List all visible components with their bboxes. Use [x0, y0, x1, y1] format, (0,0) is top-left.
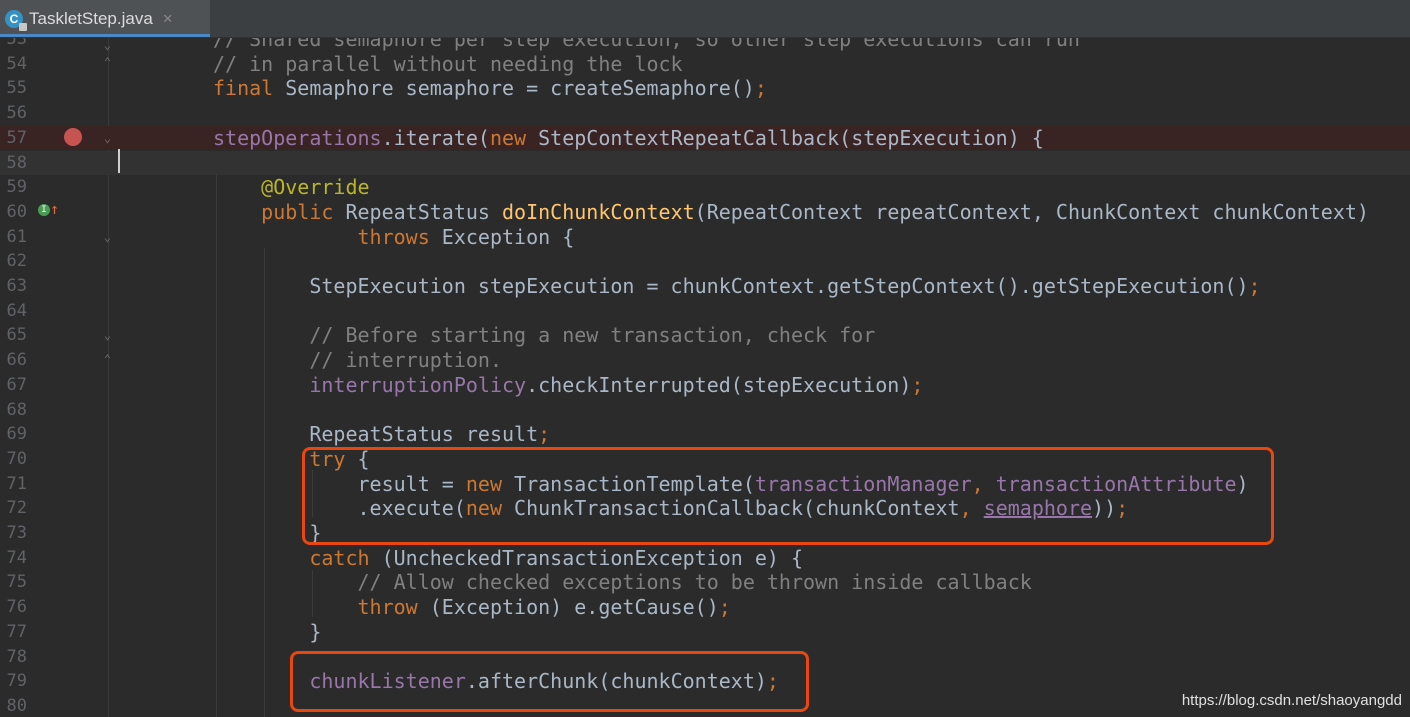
- code-line[interactable]: 76 throw (Exception) e.getCause();: [0, 595, 1410, 620]
- highlight-box-after-chunk: [290, 651, 809, 712]
- line-number[interactable]: 60: [0, 200, 27, 225]
- code-line[interactable]: 59 @Override: [0, 175, 1410, 200]
- code-line[interactable]: 77 }: [0, 620, 1410, 645]
- line-number[interactable]: 68: [0, 398, 27, 423]
- line-number[interactable]: 72: [0, 496, 27, 521]
- line-number[interactable]: 54: [0, 52, 27, 77]
- code-line[interactable]: 68: [0, 398, 1410, 423]
- editor-tab-bar: C TaskletStep.java ×: [0, 0, 1410, 38]
- line-number[interactable]: 64: [0, 299, 27, 324]
- breakpoint-icon[interactable]: [64, 128, 82, 146]
- code-text: }: [213, 619, 322, 644]
- code-line[interactable]: 66 // interruption.: [0, 348, 1410, 373]
- code-line[interactable]: 57 stepOperations.iterate(new StepContext…: [0, 125, 1410, 151]
- line-number[interactable]: 75: [0, 570, 27, 595]
- code-text: // Shared semaphore per step execution, …: [213, 38, 1080, 51]
- code-text: public RepeatStatus doInChunkContext(Rep…: [261, 199, 1369, 224]
- code-line[interactable]: 62: [0, 249, 1410, 274]
- line-number[interactable]: 69: [0, 422, 27, 447]
- code-line[interactable]: 53 // Shared semaphore per step execution…: [0, 38, 1410, 52]
- code-line[interactable]: 65 // Before starting a new transaction,…: [0, 323, 1410, 348]
- line-number[interactable]: 55: [0, 76, 27, 101]
- line-number[interactable]: 62: [0, 249, 27, 274]
- line-number[interactable]: 79: [0, 669, 27, 694]
- line-number[interactable]: 57: [0, 126, 27, 151]
- line-number[interactable]: 61: [0, 225, 27, 250]
- line-number[interactable]: 70: [0, 447, 27, 472]
- line-number[interactable]: 73: [0, 521, 27, 546]
- line-number[interactable]: 53: [0, 38, 27, 52]
- code-line[interactable]: 60 public RepeatStatus doInChunkContext(…: [0, 200, 1410, 225]
- implements-method-icon[interactable]: I: [38, 204, 50, 216]
- code-text: // interruption.: [309, 348, 502, 373]
- line-number[interactable]: 65: [0, 323, 27, 348]
- indent-guide: [312, 570, 313, 617]
- line-number[interactable]: 58: [0, 151, 27, 176]
- fold-start-icon[interactable]: ⌃: [102, 56, 113, 68]
- line-number[interactable]: 74: [0, 546, 27, 571]
- text-cursor: [118, 149, 120, 173]
- go-to-super-arrow-icon[interactable]: ↑: [50, 200, 59, 218]
- code-line[interactable]: 54 // in parallel without needing the loc…: [0, 52, 1410, 77]
- code-line[interactable]: 69 RepeatStatus result;: [0, 422, 1410, 447]
- code-editor[interactable]: 53 // Shared semaphore per step execution…: [0, 38, 1410, 717]
- fold-start-icon[interactable]: ⌄: [102, 231, 113, 243]
- line-number[interactable]: 63: [0, 274, 27, 299]
- line-number[interactable]: 71: [0, 472, 27, 497]
- code-text: final Semaphore semaphore = createSemaph…: [213, 76, 767, 101]
- indent-guide: [264, 248, 265, 717]
- line-number[interactable]: 77: [0, 620, 27, 645]
- code-text: interruptionPolicy.checkInterrupted(step…: [309, 372, 924, 397]
- code-line[interactable]: 63 StepExecution stepExecution = chunkCo…: [0, 274, 1410, 299]
- tab-taskletstep-java[interactable]: C TaskletStep.java ×: [0, 0, 210, 37]
- code-line[interactable]: 61 throws Exception {: [0, 225, 1410, 250]
- code-text: // Allow checked exceptions to be thrown…: [357, 570, 1032, 595]
- code-line[interactable]: 58: [0, 150, 1410, 176]
- fold-start-icon[interactable]: ⌄: [102, 132, 113, 144]
- line-number[interactable]: 59: [0, 175, 27, 200]
- fold-start-icon[interactable]: ⌄: [102, 329, 113, 341]
- code-line[interactable]: 74 catch (UncheckedTransactionException …: [0, 546, 1410, 571]
- line-number[interactable]: 80: [0, 694, 27, 717]
- active-tab-indicator: [0, 34, 210, 37]
- fold-end-icon[interactable]: ⌃: [102, 353, 113, 365]
- tab-filename: TaskletStep.java: [29, 8, 153, 28]
- code-text: throws Exception {: [357, 224, 575, 249]
- lock-icon: [19, 22, 27, 31]
- code-text: StepExecution stepExecution = chunkConte…: [213, 274, 1261, 298]
- close-icon[interactable]: ×: [163, 9, 173, 29]
- code-line[interactable]: 67 interruptionPolicy.checkInterrupted(s…: [0, 373, 1410, 398]
- code-line[interactable]: 64: [0, 299, 1410, 324]
- code-line[interactable]: 55 final Semaphore semaphore = createSema…: [0, 76, 1410, 101]
- code-text: // Before starting a new transaction, ch…: [309, 323, 876, 348]
- watermark-url: https://blog.csdn.net/shaoyangdd: [1181, 692, 1402, 709]
- code-line[interactable]: 56: [0, 101, 1410, 126]
- highlight-box-try-block: [302, 447, 1274, 545]
- code-line[interactable]: 75 // Allow checked exceptions to be thr…: [0, 570, 1410, 595]
- line-number[interactable]: 76: [0, 595, 27, 620]
- code-text: stepOperations.iterate(new StepContextRe…: [213, 125, 1044, 150]
- line-number[interactable]: 66: [0, 348, 27, 373]
- fold-end-icon[interactable]: ⌄: [102, 39, 113, 51]
- java-class-icon: C: [5, 9, 27, 31]
- line-number[interactable]: 78: [0, 645, 27, 670]
- code-text: @Override: [261, 175, 370, 200]
- code-text: catch (UncheckedTransactionException e) …: [309, 545, 804, 570]
- line-number[interactable]: 67: [0, 373, 27, 398]
- line-number[interactable]: 56: [0, 101, 27, 126]
- code-text: // in parallel without needing the lock: [213, 51, 683, 76]
- indent-guide: [216, 174, 217, 717]
- code-text: throw (Exception) e.getCause();: [357, 595, 731, 620]
